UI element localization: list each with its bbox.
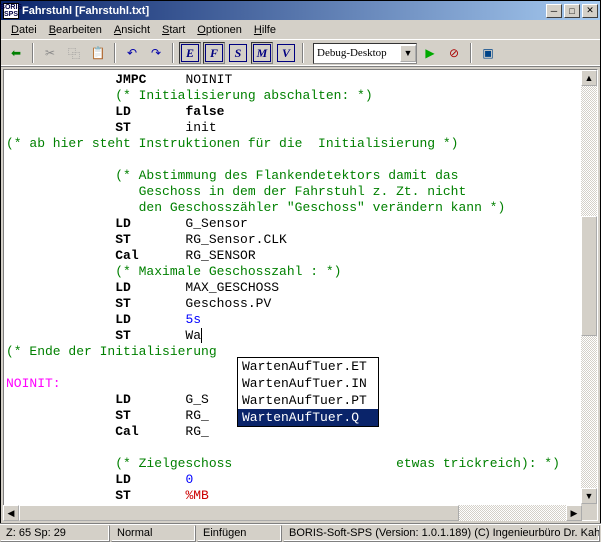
chevron-down-icon[interactable]: ▼ [400, 45, 416, 62]
undo-button[interactable]: ↶ [121, 42, 143, 64]
menu-hilfe[interactable]: Hilfe [248, 22, 282, 38]
autocomplete-item[interactable]: WartenAufTuer.PT [238, 392, 378, 409]
config-combo[interactable]: ▼ [313, 43, 417, 64]
status-info: BORIS-Soft-SPS (Version: 1.0.1.189) (C) … [283, 525, 600, 542]
toggle-f[interactable]: F [203, 42, 225, 64]
maximize-button[interactable]: □ [564, 4, 580, 18]
copy-button[interactable]: ⿻ [63, 42, 85, 64]
back-button[interactable]: ⬅ [5, 42, 27, 64]
cut-button[interactable]: ✂ [39, 42, 61, 64]
scroll-thumb[interactable] [581, 216, 597, 336]
separator [172, 43, 174, 63]
separator [302, 43, 304, 63]
separator [114, 43, 116, 63]
toolbar: ⬅ ✂ ⿻ 📋 ↶ ↷ E F S M V ▼ ▶ ⊘ ▣ [1, 39, 600, 67]
minimize-button[interactable]: ─ [546, 4, 562, 18]
code-editor[interactable]: JMPC NOINIT (* Initialisierung abschalte… [4, 70, 581, 520]
menu-start[interactable]: Start [156, 22, 191, 38]
status-position: Z: 65 Sp: 29 [0, 525, 110, 542]
stop-button[interactable]: ⊘ [443, 42, 465, 64]
menu-ansicht[interactable]: Ansicht [108, 22, 156, 38]
debug-button[interactable]: ▣ [477, 42, 499, 64]
scroll-left-button[interactable]: ◀ [3, 505, 19, 521]
status-mode: Normal [111, 525, 196, 542]
status-bar: Z: 65 Sp: 29 Normal Einfügen BORIS-Soft-… [0, 523, 601, 542]
run-button[interactable]: ▶ [419, 42, 441, 64]
scroll-down-button[interactable]: ▼ [581, 488, 597, 504]
autocomplete-item[interactable]: WartenAufTuer.ET [238, 358, 378, 375]
scroll-corner [581, 504, 597, 520]
hscroll-track[interactable] [19, 505, 566, 521]
toggle-s[interactable]: S [227, 42, 249, 64]
scroll-up-button[interactable]: ▲ [581, 70, 597, 86]
separator [470, 43, 472, 63]
menu-datei[interactable]: Datei [5, 22, 43, 38]
horizontal-scrollbar[interactable]: ◀ ▶ [3, 505, 582, 521]
title-bar: BORISSPS Fahrstuhl [Fahrstuhl.txt] ─ □ ✕ [1, 1, 600, 20]
app-icon: BORISSPS [3, 3, 19, 19]
separator [32, 43, 34, 63]
editor-frame: JMPC NOINIT (* Initialisierung abschalte… [1, 67, 600, 523]
close-button[interactable]: ✕ [582, 4, 598, 18]
hscroll-thumb[interactable] [19, 505, 459, 521]
status-insert: Einfügen [197, 525, 282, 542]
toggle-v[interactable]: V [275, 42, 297, 64]
menu-optionen[interactable]: Optionen [191, 22, 248, 38]
menu-bearbeiten[interactable]: Bearbeiten [43, 22, 108, 38]
scroll-track[interactable] [581, 86, 597, 488]
menu-bar: Datei Bearbeiten Ansicht Start Optionen … [1, 20, 600, 39]
autocomplete-item[interactable]: WartenAufTuer.IN [238, 375, 378, 392]
autocomplete-item-selected[interactable]: WartenAufTuer.Q [238, 409, 378, 426]
autocomplete-popup[interactable]: WartenAufTuer.ET WartenAufTuer.IN Warten… [237, 357, 379, 427]
paste-button[interactable]: 📋 [87, 42, 109, 64]
scroll-right-button[interactable]: ▶ [566, 505, 582, 521]
toggle-e[interactable]: E [179, 42, 201, 64]
window-title: Fahrstuhl [Fahrstuhl.txt] [22, 5, 546, 17]
vertical-scrollbar[interactable]: ▲ ▼ [581, 70, 597, 520]
config-input[interactable] [314, 45, 400, 62]
redo-button[interactable]: ↷ [145, 42, 167, 64]
toggle-m[interactable]: M [251, 42, 273, 64]
